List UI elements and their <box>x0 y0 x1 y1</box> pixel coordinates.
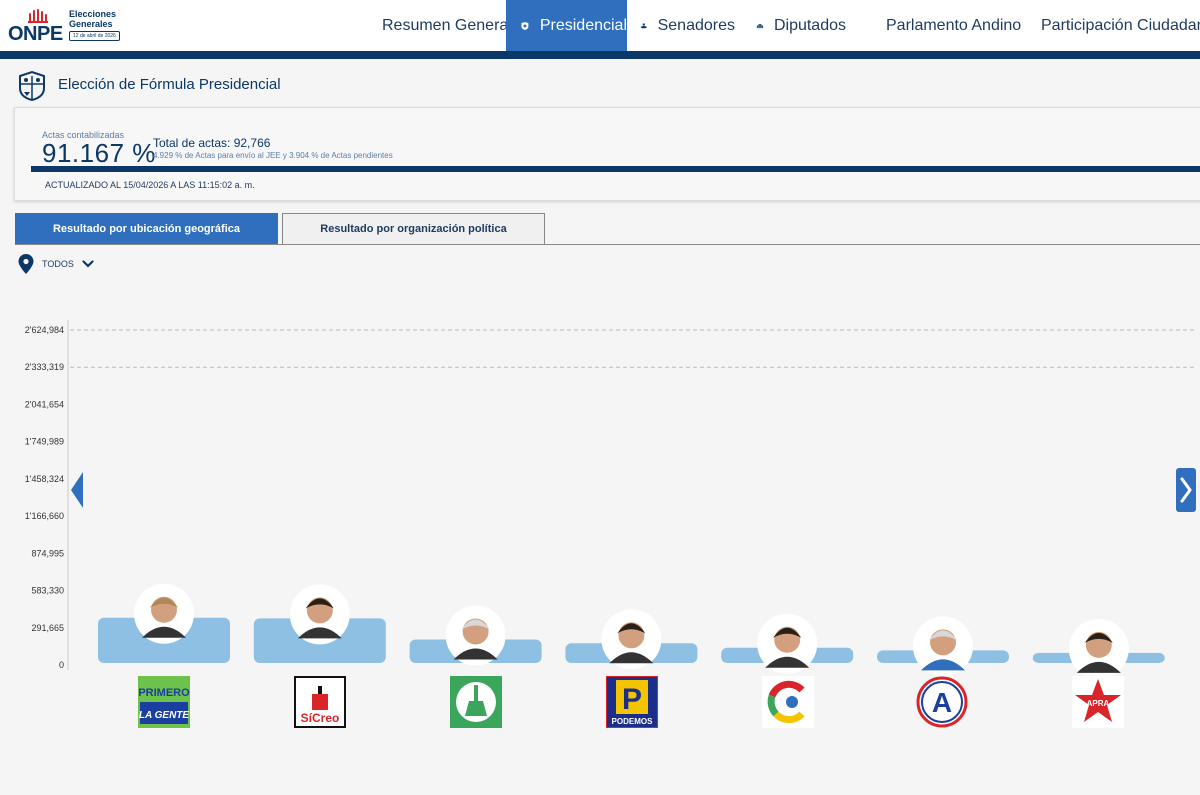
actas-summary-card: Actas contabilizadas 91.167 % Total de a… <box>14 107 1200 201</box>
presidential-shield-icon <box>521 21 529 30</box>
svg-text:PODEMOS: PODEMOS <box>612 717 654 726</box>
candidate-photo <box>289 584 350 645</box>
nav-senadores[interactable]: Senadores <box>640 0 735 51</box>
chevron-down-icon <box>82 260 94 268</box>
apra-star-logo[interactable]: APRA <box>1072 676 1124 728</box>
peru-coat-of-arms-icon <box>19 70 45 102</box>
header-divider <box>0 51 1200 59</box>
election-date-badge: 12 de abril de 2026 <box>69 31 120 41</box>
raised-hand-icon <box>28 9 48 23</box>
y-tick-label: 291,665 <box>31 623 64 633</box>
chevron-right-icon <box>1180 477 1192 503</box>
svg-text:APRA: APRA <box>1087 699 1110 708</box>
svg-text:A: A <box>932 687 952 718</box>
actas-detail: 4.929 % de Actas para envío al JEE y 3.9… <box>153 151 393 160</box>
nav-resumen-general[interactable]: Resumen General <box>372 0 512 51</box>
congress-building-icon <box>756 23 764 28</box>
filter-label: TODOS <box>42 259 74 269</box>
tab-resultado-geografico[interactable]: Resultado por ubicación geográfica <box>15 213 278 244</box>
actas-progress-bar <box>31 166 1200 172</box>
nav-label: Parlamento Andino <box>886 16 1022 34</box>
y-tick-label: 2'041,654 <box>25 399 64 409</box>
chart-prev-arrow[interactable] <box>70 472 84 508</box>
nav-label: Presidencial <box>539 16 627 34</box>
svg-text:PRIMERO: PRIMERO <box>138 687 190 699</box>
svg-text:SíCreo: SíCreo <box>301 711 340 725</box>
page-title: Elección de Fórmula Presidencial <box>58 76 281 93</box>
top-header: ONPE Elecciones Generales 12 de abril de… <box>0 0 1200 52</box>
nav-label: Resumen General <box>382 16 512 34</box>
svg-text:LA GENTE: LA GENTE <box>139 710 190 721</box>
y-tick-label: 583,330 <box>31 586 64 596</box>
y-tick-label: 1'749,989 <box>25 437 64 447</box>
primero-la-gente-logo[interactable]: PRIMERO LA GENTE <box>138 676 190 728</box>
candidate-photo <box>134 583 194 644</box>
y-tick-label: 2'333,319 <box>25 362 64 372</box>
nav-participacion-ciudadana[interactable]: Participación Ciudadana <box>1031 0 1200 51</box>
nav-label: Diputados <box>773 16 846 34</box>
candidate-photo <box>913 616 973 677</box>
y-tick-label: 874,995 <box>31 548 64 558</box>
y-tick-label: 0 <box>59 660 64 670</box>
last-updated: ACTUALIZADO AL 15/04/2026 A LAS 11:15:02… <box>45 180 255 190</box>
y-tick-label: 2'624,984 <box>25 325 64 335</box>
broom-party-logo[interactable] <box>450 676 502 728</box>
nav-parlamento-andino[interactable]: Parlamento Andino <box>876 0 1021 51</box>
nav-presidencial[interactable]: Presidencial <box>506 0 627 51</box>
elecciones-generales-title: Elecciones Generales <box>69 9 117 29</box>
onpe-logo[interactable]: ONPE Elecciones Generales 12 de abril de… <box>8 6 138 46</box>
nav-label: Participación Ciudadana <box>1041 16 1200 34</box>
y-tick-label: 1'458,324 <box>25 474 64 484</box>
tab-divider <box>15 244 1200 245</box>
tab-resultado-organizacion[interactable]: Resultado por organización política <box>282 213 545 244</box>
total-actas: Total de actas: 92,766 <box>153 136 271 150</box>
location-pin-icon <box>18 254 34 274</box>
podemos-logo[interactable]: P PODEMOS <box>605 675 659 729</box>
candidate-photo <box>445 605 506 666</box>
candidate-photo <box>757 613 818 674</box>
candidate-photo <box>601 609 662 670</box>
actas-percentage: 91.167 % <box>42 138 156 168</box>
si-creo-logo[interactable]: SíCreo <box>294 676 346 728</box>
y-tick-label: 1'166,660 <box>25 511 64 521</box>
onpe-wordmark: ONPE <box>8 23 63 45</box>
location-filter-dropdown[interactable]: TODOS <box>18 253 94 275</box>
chart-next-button[interactable] <box>1176 468 1196 512</box>
senate-icon <box>640 22 647 28</box>
svg-text:P: P <box>622 683 642 716</box>
app-logo[interactable]: A <box>916 676 968 728</box>
nav-diputados[interactable]: Diputados <box>756 0 846 51</box>
nav-label: Senadores <box>657 16 735 34</box>
candidate-photo <box>1068 618 1129 679</box>
c-party-logo[interactable] <box>762 676 814 728</box>
